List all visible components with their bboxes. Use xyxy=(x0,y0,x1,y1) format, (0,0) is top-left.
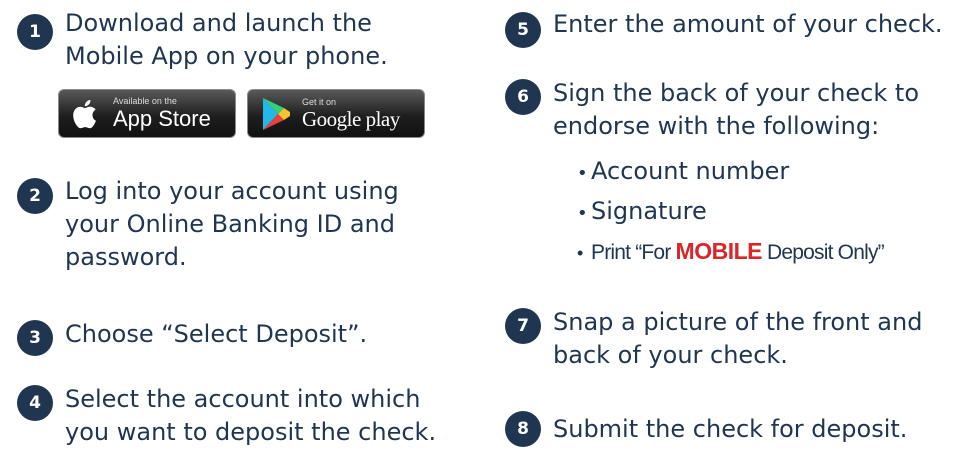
endorsement-item: • Signature xyxy=(577,197,707,225)
google-play-name: Google play xyxy=(302,106,400,131)
step-number-badge: 2 xyxy=(17,178,53,214)
step-text: Download and launch the Mobile App on yo… xyxy=(65,9,388,70)
endorsement-item: • Account number xyxy=(577,157,790,185)
app-store-badge[interactable]: Available on the App Store xyxy=(58,89,236,138)
step-4: 4 Select the account into which you want… xyxy=(17,383,436,449)
step-text: Log into your account using your Online … xyxy=(65,177,399,271)
step-number-badge: 7 xyxy=(505,308,541,344)
google-play-small-text: Get it on xyxy=(302,96,337,107)
app-store-small-text: Available on the xyxy=(113,96,177,106)
apple-icon xyxy=(67,94,107,134)
step-8: 8 Submit the check for deposit. xyxy=(505,411,908,447)
step-5: 5 Enter the amount of your check. xyxy=(505,8,943,48)
step-text: Submit the check for deposit. xyxy=(553,415,908,443)
play-triangle-icon xyxy=(256,94,296,134)
step-text: Enter the amount of your check. xyxy=(553,10,943,38)
step-number-badge: 1 xyxy=(17,14,53,50)
step-1: 1 Download and launch the Mobile App on … xyxy=(17,7,388,73)
step-text: Snap a picture of the front and back of … xyxy=(553,308,923,369)
step-2: 2 Log into your account using your Onlin… xyxy=(17,175,399,274)
print-prefix: Print “For xyxy=(591,241,676,264)
app-store-name: App Store xyxy=(113,106,211,131)
step-text: Choose “Select Deposit”. xyxy=(65,320,368,348)
step-7: 7 Snap a picture of the front and back o… xyxy=(505,306,922,372)
mobile-highlight: MOBILE xyxy=(675,238,763,264)
step-number-badge: 4 xyxy=(17,385,53,421)
endorsement-item-print: • Print “For MOBILE Deposit Only” xyxy=(577,238,885,264)
step-text: Sign the back of your check to endorse w… xyxy=(553,79,919,140)
step-number-badge: 3 xyxy=(17,320,53,356)
step-number-badge: 8 xyxy=(505,411,541,447)
step-text: Select the account into which you want t… xyxy=(65,385,437,446)
step-number-badge: 5 xyxy=(505,12,541,48)
print-suffix: Deposit Only” xyxy=(762,241,885,264)
step-6: 6 Sign the back of your check to endorse… xyxy=(505,77,919,143)
step-number-badge: 6 xyxy=(505,79,541,115)
google-play-badge[interactable]: Get it on Google play xyxy=(247,89,425,138)
step-3: 3 Choose “Select Deposit”. xyxy=(17,318,367,356)
endorsement-list: • Account number • Signature • Print “For M… xyxy=(577,151,885,271)
